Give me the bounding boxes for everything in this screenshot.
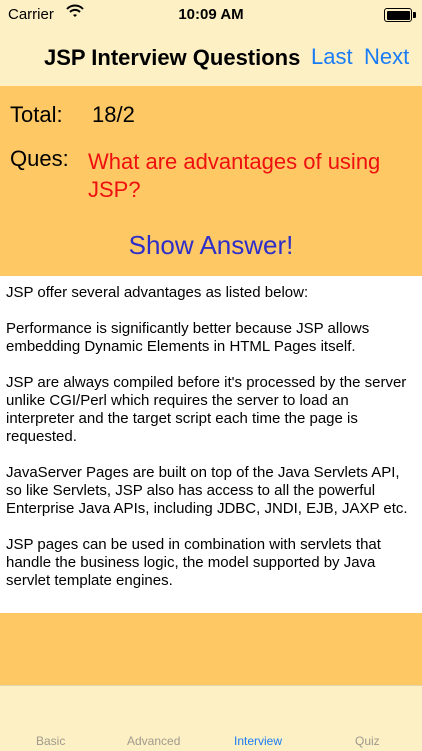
answer-paragraph: JSP pages can be used in combination wit… — [6, 536, 381, 589]
total-label: Total: — [10, 102, 63, 127]
last-button[interactable]: Last — [311, 44, 353, 70]
answer-paragraph: JavaServer Pages are built on top of the… — [6, 464, 408, 517]
answer-paragraph: Performance is significantly better beca… — [6, 320, 370, 355]
show-answer-button[interactable]: Show Answer! — [0, 230, 422, 261]
total-value: 18/2 — [92, 102, 135, 127]
answer-paragraph: JSP offer several advantages as listed b… — [6, 284, 309, 301]
next-button[interactable]: Next — [364, 44, 409, 70]
answer-paragraph: JSP are always compiled before it's proc… — [6, 374, 407, 445]
question-label: Ques: — [10, 146, 69, 171]
status-time: 10:09 AM — [178, 6, 244, 23]
navigation-bar: JSP Interview Questions Last Next — [0, 30, 422, 86]
tab-bar: Basic Advanced Interview Quiz — [0, 685, 422, 751]
tab-quiz[interactable]: Quiz — [355, 734, 380, 748]
question-panel: Total: 18/2 Ques: What are advantages of… — [0, 86, 422, 276]
battery-icon — [384, 8, 416, 22]
page-title: JSP Interview Questions — [44, 45, 301, 70]
answer-text-view[interactable]: JSP offer several advantages as listed b… — [0, 276, 422, 613]
tab-interview[interactable]: Interview — [234, 734, 282, 748]
bottom-panel — [0, 613, 422, 685]
tab-basic[interactable]: Basic — [36, 734, 65, 748]
tab-advanced[interactable]: Advanced — [127, 734, 180, 748]
question-text: What are advantages of using JSP? — [88, 149, 381, 202]
status-bar: Carrier 10:09 AM — [0, 0, 422, 30]
